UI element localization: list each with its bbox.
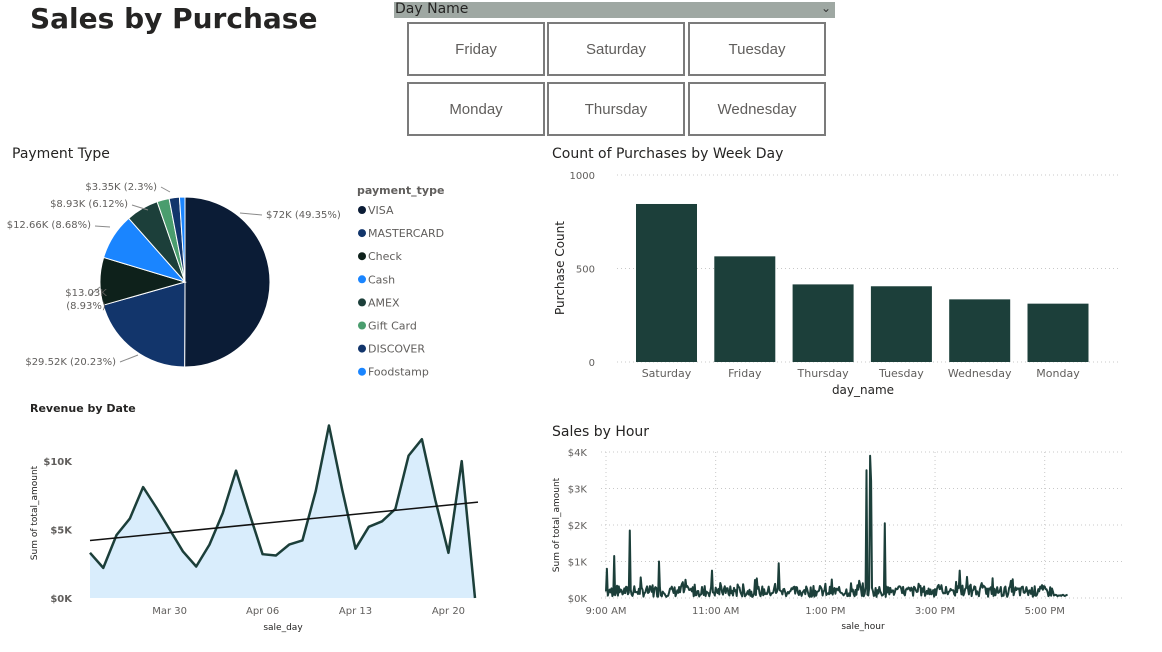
revenue-x-tick-label: Apr 13: [339, 606, 372, 617]
slicer-option-wednesday[interactable]: Wednesday: [688, 82, 826, 136]
bar-x-axis-label: day_name: [832, 383, 894, 397]
hour-y-tick-label: $4K: [568, 448, 588, 459]
legend-marker-amex: [358, 298, 366, 307]
legend-marker-discover: [358, 344, 366, 353]
slicer-option-thursday[interactable]: Thursday: [547, 82, 685, 136]
legend-item-amex[interactable]: AMEX: [368, 296, 400, 309]
hour-x-tick-label: 11:00 AM: [692, 606, 739, 617]
bar-x-tick-label: Friday: [728, 367, 762, 380]
revenue-by-date-title: Revenue by Date: [30, 402, 136, 415]
bar-y-tick-label: 1000: [570, 171, 595, 182]
pie-legend-title: payment_type: [357, 184, 444, 197]
count-by-weekday-bar-chart: 0 500 1000 Saturday Friday Thursday Tuesday We…: [553, 171, 1120, 397]
bar-y-tick-label: 500: [576, 265, 595, 276]
chevron-down-icon[interactable]: ⌄: [821, 1, 831, 15]
bar-y-axis-label: Purchase Count: [553, 221, 567, 315]
revenue-x-axis-label: sale_day: [263, 623, 303, 633]
payment-type-title: Payment Type: [12, 146, 110, 162]
hour-y-tick-label: $3K: [568, 485, 588, 496]
hour-y-tick-label: $1K: [568, 558, 588, 569]
bar-friday[interactable]: [714, 256, 776, 362]
sales-by-hour-title: Sales by Hour: [552, 424, 650, 440]
hour-x-tick-label: 3:00 PM: [915, 606, 955, 617]
pie-leader-line: [94, 225, 111, 228]
legend-item-visa[interactable]: VISA: [368, 204, 394, 217]
revenue-x-tick-label: Apr 20: [432, 606, 465, 617]
payment-type-pie-chart: $72K (49.35%) $29.52K (20.23%) $13.03K (8.9…: [7, 182, 445, 379]
bar-tuesday[interactable]: [870, 286, 932, 362]
pie-slice-visa[interactable]: [184, 196, 271, 368]
pie-leader-line: [239, 212, 263, 216]
page-title: Sales by Purchase: [30, 2, 318, 35]
revenue-area: [90, 425, 475, 598]
legend-marker-check: [358, 252, 366, 261]
legend-item-mastercard[interactable]: MASTERCARD: [368, 227, 444, 240]
revenue-x-tick-label: Mar 30: [152, 606, 187, 617]
hour-y-tick-label: $2K: [568, 521, 588, 532]
revenue-x-tick-label: Apr 06: [246, 606, 279, 617]
bar-monday[interactable]: [1027, 303, 1089, 362]
pie-data-label: $8.93K (6.12%): [50, 199, 128, 210]
hour-x-tick-label: 1:00 PM: [805, 606, 845, 617]
sales-by-hour-line-chart: $0K $1K $2K $3K $4K 9:00 AM 11:00 AM 1:00 PM 3:0…: [552, 448, 1125, 632]
pie-leader-line: [119, 354, 139, 363]
hour-y-tick-label: $0K: [568, 594, 588, 605]
slicer-option-saturday[interactable]: Saturday: [547, 22, 685, 76]
bar-y-tick-label: 0: [589, 358, 595, 369]
bar-x-tick-label: Saturday: [642, 367, 692, 380]
legend-item-check[interactable]: Check: [368, 250, 402, 263]
slicer-option-tuesday[interactable]: Tuesday: [688, 22, 826, 76]
legend-marker-visa: [358, 206, 366, 214]
revenue-by-date-area-chart: $0K $5K $10K Mar 30 Apr 06 Apr 13 Apr 20 sale_d…: [30, 424, 479, 633]
bar-x-tick-label: Wednesday: [948, 367, 1012, 380]
legend-item-foodstamp[interactable]: Foodstamp: [368, 366, 429, 379]
legend-item-cash[interactable]: Cash: [368, 273, 395, 286]
pie-data-label: $12.66K (8.68%): [7, 220, 91, 231]
revenue-y-tick-label: $0K: [50, 594, 73, 605]
hour-x-axis-label: sale_hour: [841, 622, 885, 632]
bar-thursday[interactable]: [792, 284, 854, 362]
hour-x-tick-label: 9:00 AM: [585, 606, 626, 617]
pie-data-label: $29.52K (20.23%): [25, 357, 116, 368]
pie-data-label: $13.03K: [65, 288, 107, 299]
legend-marker-cash: [358, 275, 366, 284]
legend-item-gift-card[interactable]: Gift Card: [368, 320, 417, 333]
legend-marker-foodstamp: [358, 367, 366, 376]
bar-x-tick-label: Monday: [1036, 367, 1080, 380]
revenue-y-axis-label: Sum of total_amount: [30, 465, 40, 560]
legend-item-discover[interactable]: DISCOVER: [368, 343, 425, 356]
revenue-y-tick-label: $5K: [50, 526, 73, 537]
pie-data-label: $72K (49.35%): [266, 210, 341, 221]
sales-by-hour-line[interactable]: [605, 454, 1068, 598]
legend-marker-mastercard: [358, 229, 366, 238]
bar-x-tick-label: Tuesday: [878, 367, 924, 380]
pie-data-label: (8.93%): [66, 301, 106, 312]
pie-data-label: $3.35K (2.3%): [85, 182, 157, 193]
slicer-option-friday[interactable]: Friday: [407, 22, 545, 76]
slicer-option-monday[interactable]: Monday: [407, 82, 545, 136]
hour-y-axis-label: Sum of total_amount: [552, 477, 562, 572]
bar-wednesday[interactable]: [949, 299, 1011, 362]
legend-marker-gift-card: [358, 321, 366, 330]
pie-leader-line: [160, 186, 171, 193]
bar-x-tick-label: Thursday: [797, 367, 850, 380]
hour-x-tick-label: 5:00 PM: [1025, 606, 1065, 617]
revenue-y-tick-label: $10K: [43, 457, 73, 468]
bar-saturday[interactable]: [636, 203, 697, 362]
slicer-label: Day Name: [395, 1, 469, 17]
